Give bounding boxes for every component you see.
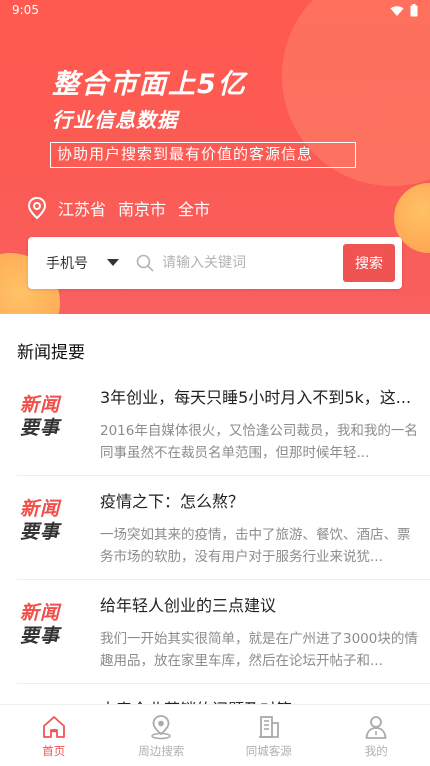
news-thumbnail: 新闻 要事 bbox=[20, 602, 76, 658]
building-icon bbox=[258, 716, 279, 738]
thumb-text-line2: 要事 bbox=[20, 417, 61, 439]
news-thumbnail: 新闻 要事 bbox=[20, 498, 76, 554]
hero-subline: 行业信息数据 bbox=[52, 108, 178, 132]
bottom-nav: 首页 周边搜索 同城客源 我的 bbox=[0, 704, 430, 766]
thumb-text-line1: 新闻 bbox=[20, 602, 61, 624]
nav-item-home[interactable]: 首页 bbox=[0, 705, 108, 766]
hero-tagline: 协助用户搜索到最有价值的客源信息 bbox=[50, 142, 356, 168]
news-item-desc: 一场突如其来的疫情，击中了旅游、餐饮、酒店、票务市场的软肋，没有用户对于服务行业… bbox=[100, 527, 411, 565]
thumb-text-line2: 要事 bbox=[20, 521, 61, 543]
nav-item-mine[interactable]: 我的 bbox=[323, 705, 430, 766]
search-type-select[interactable]: 手机号 bbox=[46, 253, 88, 273]
news-item-title: 疫情之下：怎么熬？ bbox=[100, 492, 245, 511]
location-pin-icon bbox=[27, 196, 47, 220]
location-province: 江苏省 bbox=[58, 200, 107, 219]
thumb-text-line1: 新闻 bbox=[20, 498, 61, 520]
location-selector[interactable]: 江苏省 南京市 全市 bbox=[26, 196, 222, 220]
nav-label: 周边搜索 bbox=[138, 744, 185, 758]
nav-label: 我的 bbox=[364, 744, 388, 758]
news-item-desc: 我们一开始其实很简单，就是在广州进了3000块的情趣用品，放在家里车库，然后在论… bbox=[100, 631, 418, 669]
news-item[interactable]: 新闻 要事 疫情之下：怎么熬？ 一场突如其来的疫情，击中了旅游、餐饮、酒店、票务… bbox=[0, 476, 430, 580]
news-section-title: 新闻提要 bbox=[17, 343, 85, 363]
battery-icon bbox=[410, 4, 418, 17]
news-item-title: 给年轻人创业的三点建议 bbox=[100, 596, 277, 615]
location-city: 南京市 bbox=[118, 200, 167, 219]
wifi-icon bbox=[390, 5, 404, 16]
search-button[interactable]: 搜索 bbox=[343, 244, 395, 282]
location-district: 全市 bbox=[178, 200, 211, 219]
nav-label: 首页 bbox=[42, 744, 66, 758]
news-item[interactable]: 新闻 要事 给年轻人创业的三点建议 我们一开始其实很简单，就是在广州进了3000… bbox=[0, 580, 430, 684]
search-bar: 手机号 搜索 bbox=[28, 237, 402, 289]
dropdown-caret-icon[interactable] bbox=[107, 259, 119, 266]
location-pin-icon bbox=[151, 715, 171, 740]
nav-label: 同城客源 bbox=[245, 744, 292, 758]
hero-banner: 整合市面上5亿 行业信息数据 协助用户搜索到最有价值的客源信息 江苏省 南京市 … bbox=[0, 0, 430, 314]
news-thumbnail: 新闻 要事 bbox=[20, 394, 76, 450]
search-icon bbox=[136, 254, 154, 272]
thumb-text-line2: 要事 bbox=[20, 625, 61, 647]
news-item-desc: 2016年自媒体很火，又恰逢公司裁员，我和我的一名同事虽然不在裁员名单范围，但那… bbox=[100, 423, 418, 461]
search-input[interactable] bbox=[162, 249, 358, 277]
hero-headline: 整合市面上5亿 bbox=[52, 69, 247, 100]
thumb-text-line1: 新闻 bbox=[20, 394, 61, 416]
nav-item-nearby-search[interactable]: 周边搜索 bbox=[108, 705, 216, 766]
nav-item-local-clients[interactable]: 同城客源 bbox=[215, 705, 323, 766]
status-time: 9:05 bbox=[12, 3, 39, 17]
user-icon bbox=[365, 716, 387, 739]
news-item-title: 3年创业，每天只睡5小时月入不到5k，这... bbox=[100, 388, 412, 407]
status-bar: 9:05 bbox=[0, 0, 430, 22]
home-icon bbox=[42, 716, 65, 738]
news-item[interactable]: 新闻 要事 3年创业，每天只睡5小时月入不到5k，这... 2016年自媒体很火… bbox=[0, 372, 430, 476]
